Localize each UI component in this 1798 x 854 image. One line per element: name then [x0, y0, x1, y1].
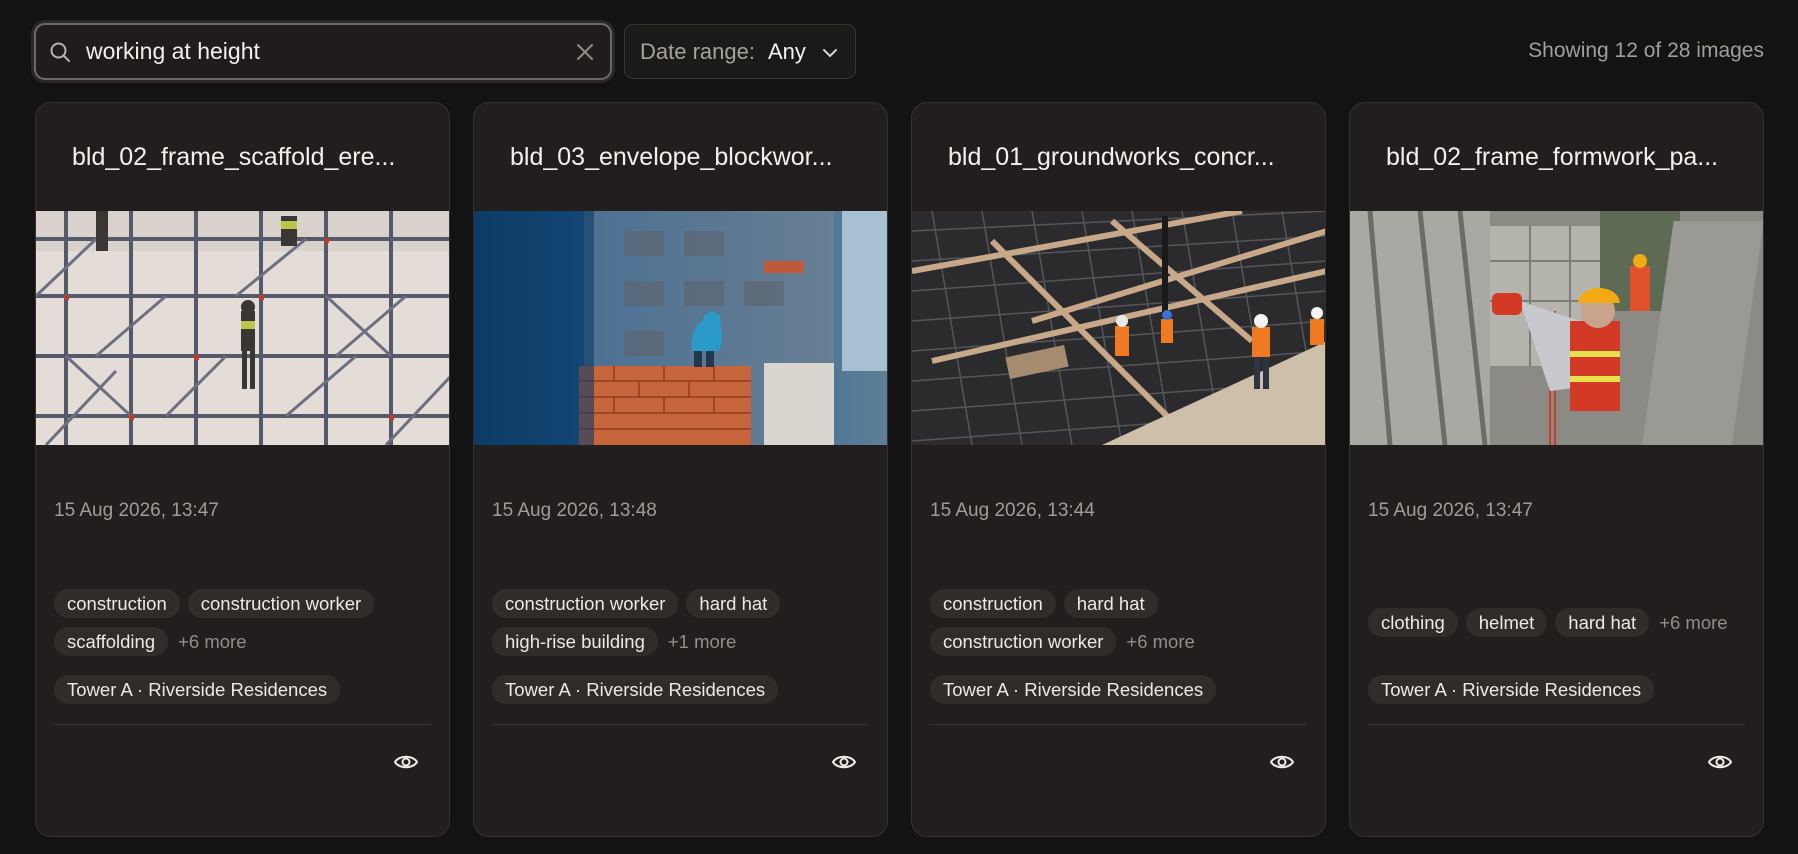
image-title: bld_02_frame_scaffold_ere... [72, 143, 396, 171]
capture-date: 15 Aug 2026, 13:44 [930, 500, 1095, 521]
image-thumbnail[interactable] [912, 211, 1325, 445]
tag-chip[interactable]: hard hat [686, 589, 781, 618]
search-box[interactable]: working at height [34, 23, 612, 80]
more-tags[interactable]: +6 more [1124, 627, 1196, 656]
tag-chip[interactable]: construction worker [492, 589, 679, 618]
divider [1368, 724, 1745, 725]
search-icon [50, 42, 70, 62]
tag-list: construction hard hat construction worke… [930, 589, 1310, 656]
search-input[interactable]: working at height [86, 38, 260, 65]
image-title: bld_03_envelope_blockwor... [510, 143, 833, 171]
formwork-photo [1350, 211, 1763, 445]
eye-icon[interactable] [831, 750, 857, 774]
capture-date: 15 Aug 2026, 13:48 [492, 500, 657, 521]
divider [54, 724, 431, 725]
tag-list: clothing helmet hard hat +6 more [1368, 608, 1748, 637]
image-card[interactable]: bld_03_envelope_blockwor... 15 Aug 2026,… [473, 102, 888, 837]
more-tags[interactable]: +6 more [1657, 608, 1729, 637]
location-chip[interactable]: Tower A · Riverside Residences [1368, 675, 1655, 704]
tag-chip[interactable]: hard hat [1555, 608, 1650, 637]
eye-icon[interactable] [1269, 750, 1295, 774]
rebar-photo [912, 211, 1325, 445]
image-thumbnail[interactable] [36, 211, 449, 445]
results-count: Showing 12 of 28 images [1528, 39, 1764, 62]
image-card[interactable]: bld_02_frame_formwork_pa... 15 Aug 2026,… [1349, 102, 1764, 837]
tag-chip[interactable]: hard hat [1063, 589, 1158, 618]
image-card[interactable]: bld_02_frame_scaffold_ere... 15 Aug 2026… [35, 102, 450, 837]
tag-chip[interactable]: helmet [1465, 608, 1548, 637]
more-tags[interactable]: +6 more [176, 627, 248, 656]
tag-list: construction worker hard hat high-rise b… [492, 589, 872, 656]
date-range-value: Any [768, 39, 806, 64]
tag-chip[interactable]: construction [54, 589, 180, 618]
tag-chip[interactable]: scaffolding [54, 627, 169, 656]
tag-chip[interactable]: construction worker [930, 627, 1117, 656]
image-title: bld_01_groundworks_concr... [948, 143, 1275, 171]
blockwork-photo [474, 211, 887, 445]
clear-search-icon[interactable] [574, 41, 596, 63]
capture-date: 15 Aug 2026, 13:47 [54, 500, 219, 521]
divider [930, 724, 1307, 725]
date-range-label: Date range: [640, 39, 755, 64]
more-tags[interactable]: +1 more [666, 627, 738, 656]
image-thumbnail[interactable] [474, 211, 887, 445]
date-range-dropdown[interactable]: Date range: Any [624, 24, 856, 79]
image-thumbnail[interactable] [1350, 211, 1763, 445]
tag-list: construction construction worker scaffol… [54, 589, 434, 656]
tag-chip[interactable]: construction [930, 589, 1056, 618]
image-card[interactable]: bld_01_groundworks_concr... 15 Aug 2026,… [911, 102, 1326, 837]
tag-chip[interactable]: clothing [1368, 608, 1458, 637]
toolbar: working at height Date range: Any Showin… [34, 23, 1764, 81]
capture-date: 15 Aug 2026, 13:47 [1368, 500, 1533, 521]
eye-icon[interactable] [1707, 750, 1733, 774]
divider [492, 724, 869, 725]
tag-chip[interactable]: construction worker [187, 589, 375, 618]
location-chip[interactable]: Tower A · Riverside Residences [930, 675, 1217, 704]
location-chip[interactable]: Tower A · Riverside Residences [492, 675, 779, 704]
tag-chip[interactable]: high-rise building [492, 627, 658, 656]
location-chip[interactable]: Tower A · Riverside Residences [54, 675, 341, 704]
image-title: bld_02_frame_formwork_pa... [1386, 143, 1719, 171]
chevron-down-icon [823, 49, 837, 57]
eye-icon[interactable] [393, 750, 419, 774]
scaffold-photo [36, 211, 449, 445]
